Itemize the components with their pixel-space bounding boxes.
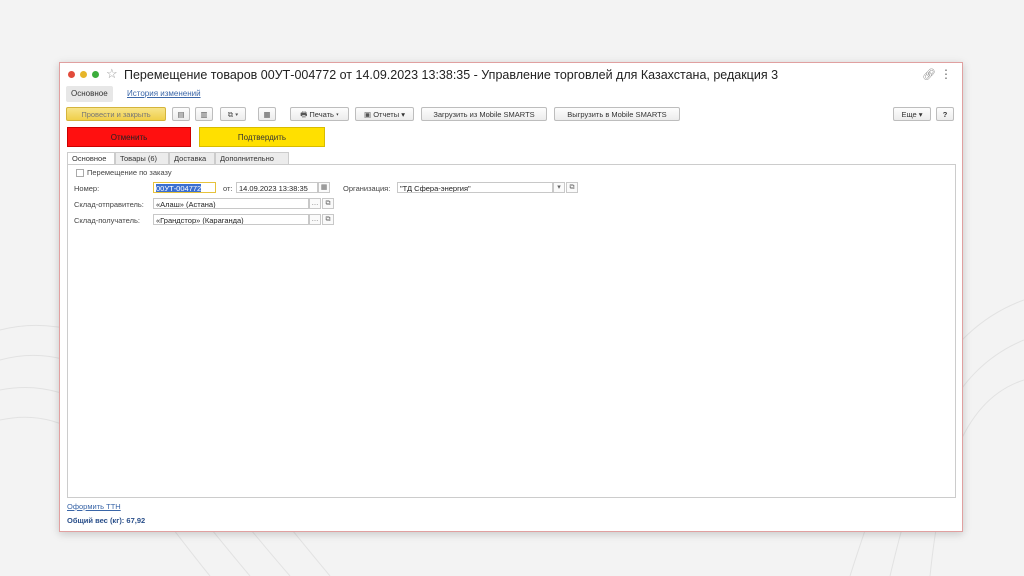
printer-icon: 🖶︎ (300, 110, 308, 119)
by-order-label: Перемещение по заказу (87, 168, 172, 177)
window-title: Перемещение товаров 00УТ-004772 от 14.09… (124, 68, 779, 82)
ellipsis-icon: … (311, 216, 319, 223)
reports-button[interactable]: ▣ Отчеты ▾ (355, 107, 414, 121)
maximize-window-button[interactable] (92, 71, 99, 78)
structure-icon: ▦ (263, 110, 271, 119)
document-window: ☆ Перемещение товаров 00УТ-004772 от 14.… (59, 62, 963, 532)
tab-delivery[interactable]: Доставка (169, 152, 215, 164)
post-button[interactable]: ▤ (172, 107, 190, 121)
unpost-icon: ▥ (200, 110, 208, 119)
receiver-warehouse-label: Склад-получатель: (74, 216, 140, 225)
title-bar: ☆ Перемещение товаров 00УТ-004772 от 14.… (60, 63, 962, 87)
tab-main[interactable]: Основное (67, 152, 115, 164)
receiver-warehouse-field[interactable]: «Грандстор» (Караганда) (153, 214, 309, 225)
print-label: Печать (309, 110, 334, 119)
chevron-down-icon: ▾ (557, 184, 561, 191)
sender-warehouse-field[interactable]: «Алаш» (Астана) (153, 198, 309, 209)
confirm-button[interactable]: Подтвердить (199, 127, 325, 147)
organization-field[interactable]: "ТД Сфера-энергия" (397, 182, 553, 193)
cancel-button[interactable]: Отменить (67, 127, 191, 147)
help-button[interactable]: ? (936, 107, 954, 121)
main-tab-panel: Перемещение по заказу Номер: 00УТ-004772… (67, 164, 956, 498)
command-bar: Провести и закрыть ▤ ▥ ⧉ ▾ ▦ 🖶︎ Печать ▾… (60, 107, 962, 123)
link-icon[interactable]: 🔗︎ (922, 68, 936, 81)
tab-goods[interactable]: Товары (6) (115, 152, 169, 164)
create-based-on-button[interactable]: ⧉ ▾ (220, 107, 246, 121)
more-label: Еще (901, 110, 917, 119)
sender-warehouse-label: Склад-отправитель: (74, 200, 144, 209)
more-vertical-icon[interactable]: ⋮ (940, 67, 952, 81)
nav-link-history[interactable]: История изменений (122, 86, 206, 102)
calendar-icon: ▦ (320, 184, 328, 191)
open-link-icon: ⧉ (569, 184, 575, 191)
tab-additional[interactable]: Дополнительно (215, 152, 289, 164)
number-label: Номер: (74, 184, 100, 193)
number-field[interactable]: 00УТ-004772 (153, 182, 216, 193)
structure-button[interactable]: ▦ (258, 107, 276, 121)
ellipsis-icon: … (311, 200, 319, 207)
date-field[interactable]: 14.09.2023 13:38:35 (236, 182, 318, 193)
load-mobile-smarts-button[interactable]: Загрузить из Mobile SMARTS (421, 107, 547, 121)
reports-icon: ▣ (364, 110, 372, 119)
post-and-close-button[interactable]: Провести и закрыть (66, 107, 166, 121)
create-ttn-link[interactable]: Оформить ТТН (67, 502, 121, 511)
open-link-icon: ⧉ (325, 200, 331, 207)
sender-open-button[interactable]: ⧉ (322, 198, 334, 209)
favorite-star-icon[interactable]: ☆ (106, 66, 118, 82)
number-value: 00УТ-004772 (156, 184, 202, 193)
print-button[interactable]: 🖶︎ Печать ▾ (290, 107, 349, 121)
post-icon: ▤ (177, 110, 185, 119)
close-window-button[interactable] (68, 71, 75, 78)
more-button[interactable]: Еще ▾ (893, 107, 931, 121)
unload-mobile-smarts-button[interactable]: Выгрузить в Mobile SMARTS (554, 107, 680, 121)
nav-tab-main[interactable]: Основное (66, 86, 113, 102)
unpost-button[interactable]: ▥ (195, 107, 213, 121)
create-based-on-icon: ⧉ ▾ (227, 110, 239, 119)
total-weight: Общий вес (кг): 67,92 (67, 516, 146, 525)
calendar-button[interactable]: ▦ (318, 182, 330, 193)
reports-label: Отчеты (373, 110, 400, 119)
organization-dropdown-button[interactable]: ▾ (553, 182, 565, 193)
date-label: от: (223, 184, 233, 193)
receiver-select-button[interactable]: … (309, 214, 321, 225)
minimize-window-button[interactable] (80, 71, 87, 78)
by-order-checkbox[interactable] (76, 169, 84, 177)
organization-open-button[interactable]: ⧉ (566, 182, 578, 193)
organization-label: Организация: (343, 184, 391, 193)
receiver-open-button[interactable]: ⧉ (322, 214, 334, 225)
open-link-icon: ⧉ (325, 216, 331, 223)
sender-select-button[interactable]: … (309, 198, 321, 209)
